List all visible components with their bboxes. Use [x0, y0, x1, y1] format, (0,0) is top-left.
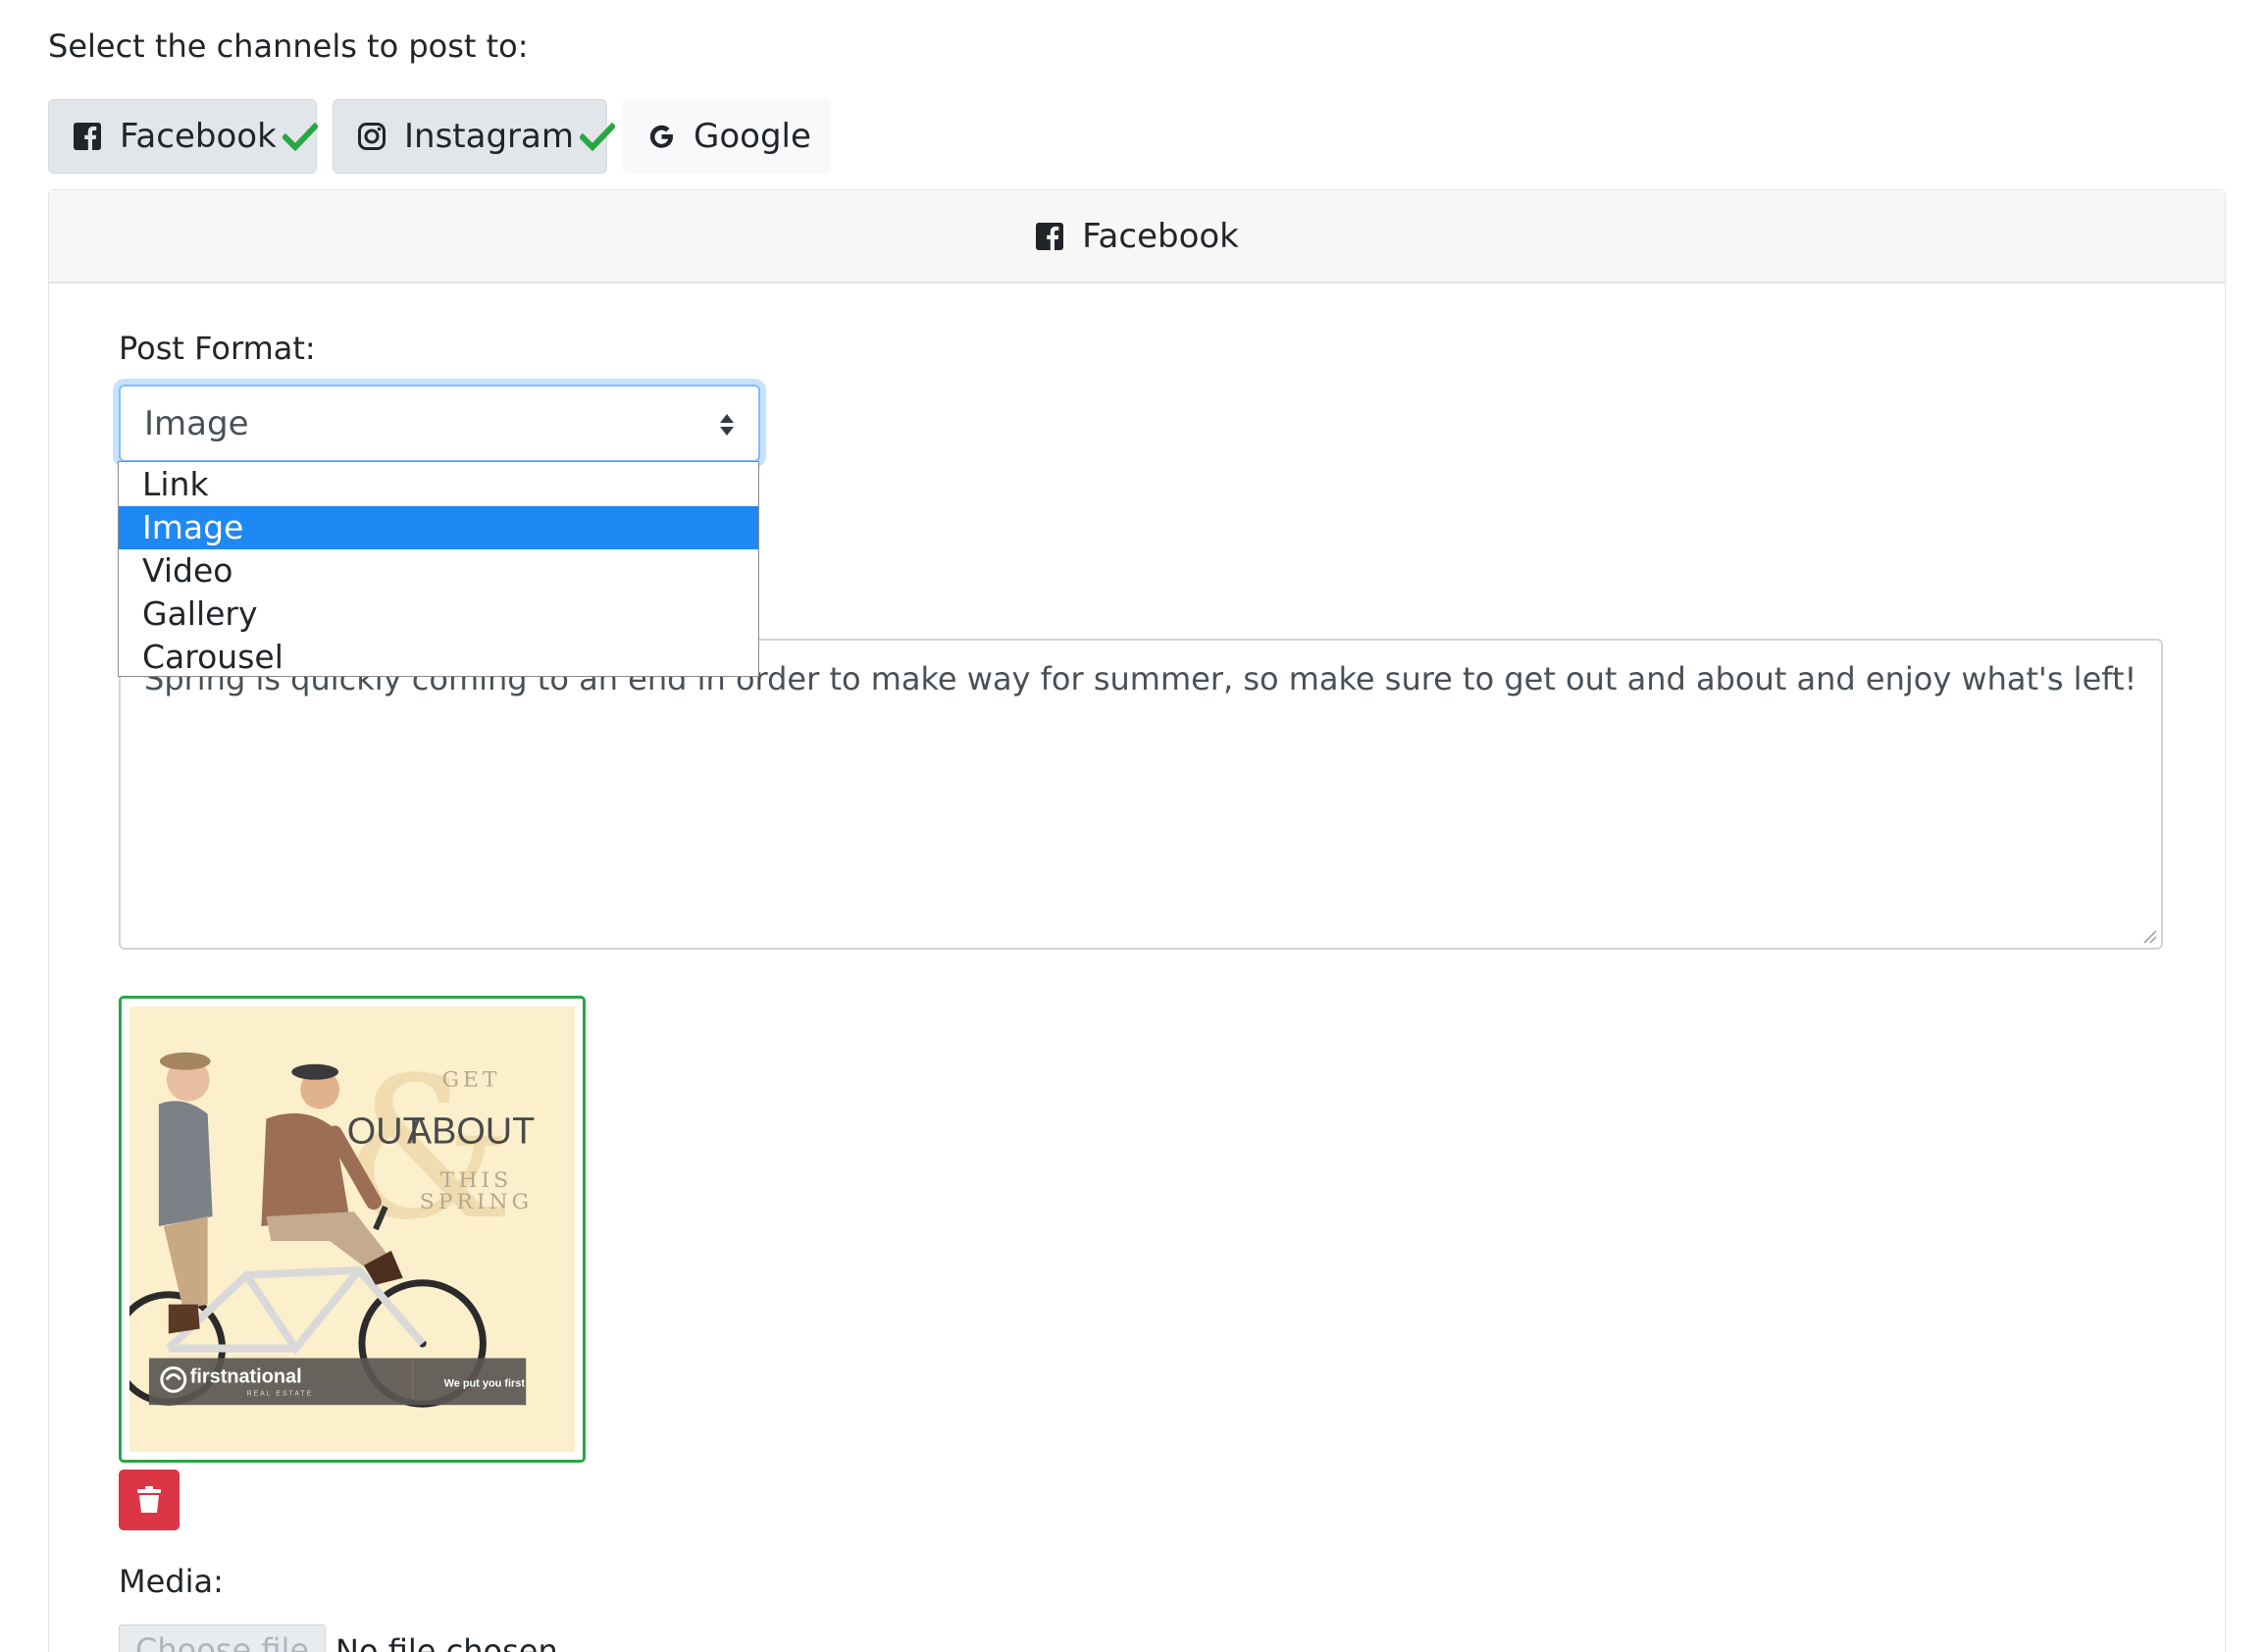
- instagram-icon: [357, 122, 386, 151]
- media-file-input[interactable]: Choose file No file chosen: [119, 1625, 558, 1652]
- channel-button-facebook[interactable]: Facebook: [48, 99, 318, 174]
- google-icon: [646, 122, 676, 151]
- panel-title: Facebook: [1082, 216, 1239, 256]
- channels-prompt: Select the channels to post to:: [48, 27, 529, 65]
- post-format-dropdown: Link Image Video Gallery Carousel: [118, 461, 759, 677]
- option-link[interactable]: Link: [119, 463, 758, 506]
- channel-button-instagram[interactable]: Instagram: [333, 99, 615, 174]
- channel-label-google: Google: [694, 117, 811, 156]
- check-icon: [579, 122, 615, 151]
- choose-file-button[interactable]: Choose file: [119, 1625, 327, 1652]
- facebook-icon: [73, 122, 102, 151]
- delete-media-button[interactable]: [119, 1470, 180, 1530]
- subline-2: SPRING: [420, 1190, 533, 1214]
- post-format-value: Image: [144, 403, 249, 443]
- post-format-select[interactable]: Image: [119, 385, 760, 462]
- media-preview[interactable]: & GET OUT ABOUT THIS SPRING firstnationa…: [119, 996, 586, 1463]
- message-textarea[interactable]: Spring is quickly coming to an end in or…: [119, 639, 2163, 950]
- option-carousel[interactable]: Carousel: [119, 636, 758, 679]
- brand-tagline: We put you first: [444, 1377, 526, 1389]
- post-format-label: Post Format:: [119, 330, 316, 367]
- trash-icon: [137, 1486, 161, 1513]
- preview-image: & GET OUT ABOUT THIS SPRING firstnationa…: [129, 1007, 575, 1452]
- select-arrows-icon: [720, 414, 734, 436]
- option-video[interactable]: Video: [119, 549, 758, 593]
- check-icon: [282, 122, 318, 151]
- option-gallery[interactable]: Gallery: [119, 593, 758, 636]
- channel-label-facebook: Facebook: [120, 117, 277, 156]
- headline-right: ABOUT: [407, 1110, 535, 1152]
- channel-button-google[interactable]: Google: [622, 99, 831, 174]
- file-status: No file chosen: [335, 1632, 558, 1652]
- panel-header: Facebook: [49, 190, 2225, 284]
- channel-label-instagram: Instagram: [404, 117, 574, 156]
- brand-sub: REAL ESTATE: [246, 1390, 313, 1397]
- option-image[interactable]: Image: [119, 506, 758, 549]
- headline-top: GET: [441, 1068, 500, 1093]
- media-label: Media:: [119, 1563, 224, 1600]
- facebook-icon: [1035, 222, 1064, 251]
- resize-grip-icon[interactable]: [2141, 928, 2157, 944]
- brand-name: firstnational: [190, 1366, 302, 1387]
